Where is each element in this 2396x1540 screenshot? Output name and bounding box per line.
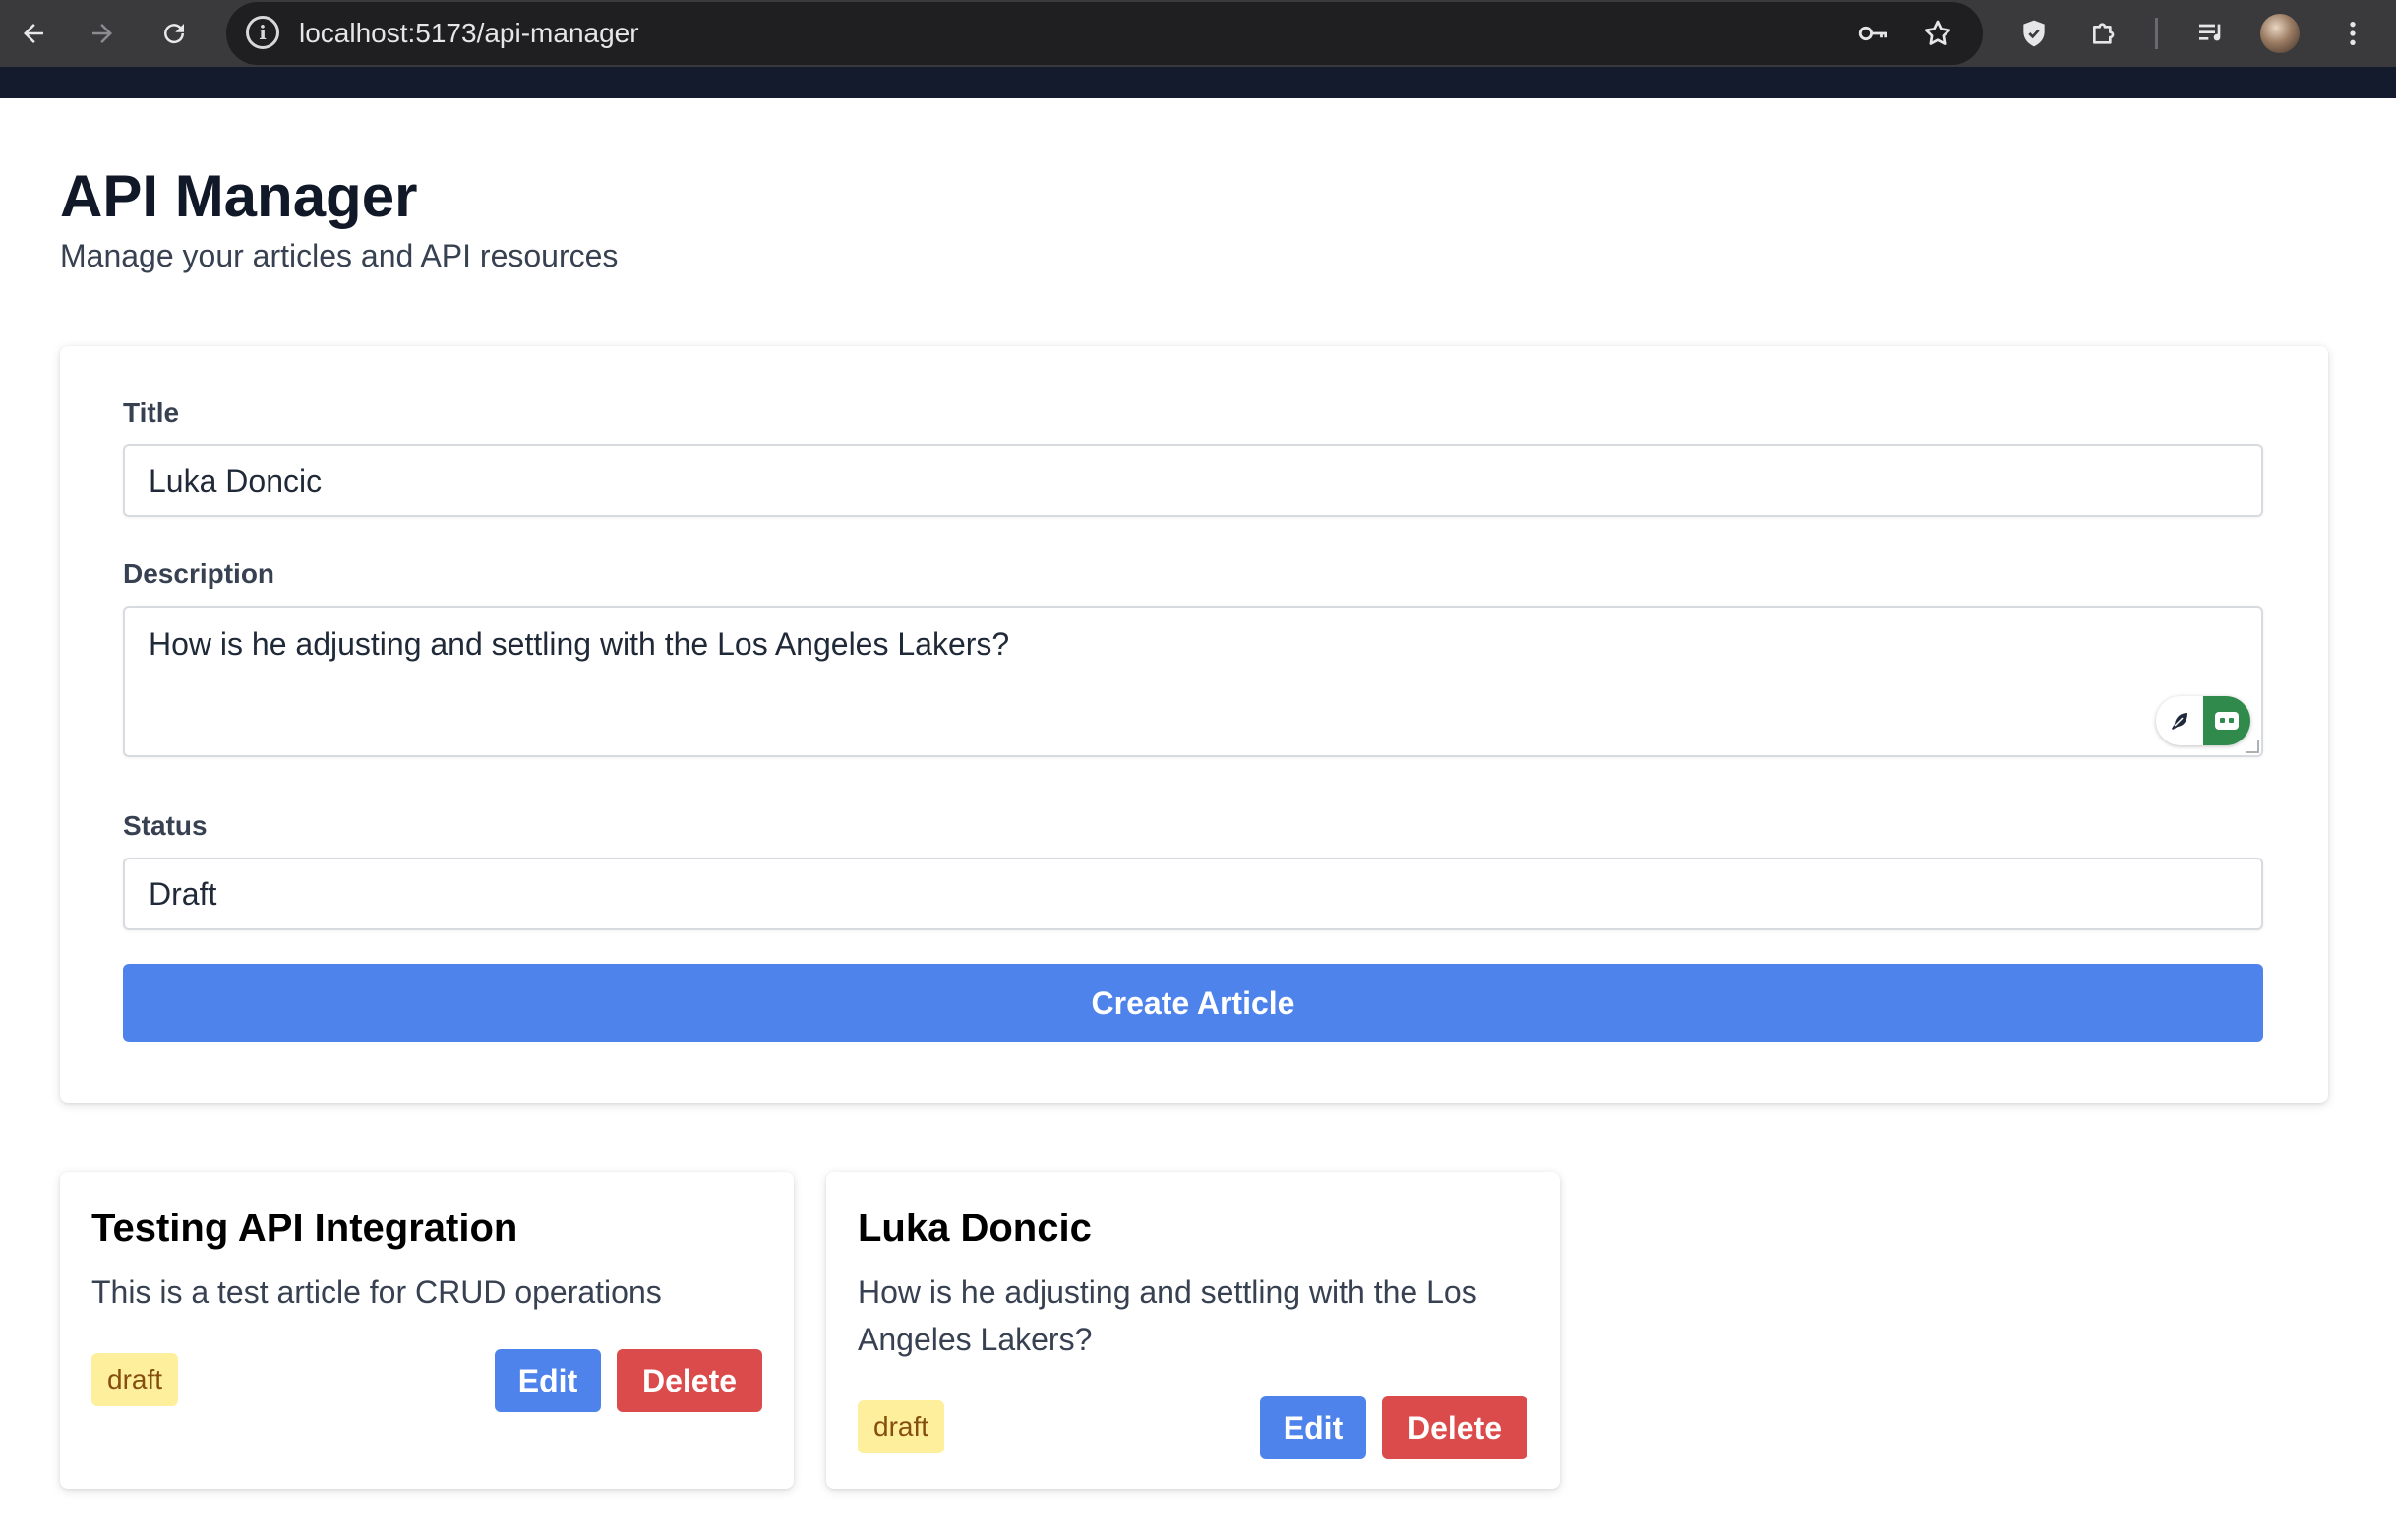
resize-handle-icon[interactable] — [2246, 740, 2259, 753]
feather-icon[interactable] — [2156, 696, 2203, 745]
writing-assistant-widget[interactable] — [2156, 696, 2250, 745]
media-queue-icon[interactable] — [2187, 10, 2235, 57]
article-title: Testing API Integration — [91, 1207, 518, 1250]
reload-icon[interactable] — [150, 10, 198, 57]
address-bar[interactable]: i localhost:5173/api-manager — [226, 2, 1983, 65]
back-arrow-icon[interactable] — [10, 10, 57, 57]
profile-avatar[interactable] — [2260, 14, 2300, 53]
forward-arrow-icon[interactable] — [79, 10, 126, 57]
article-form: Title Description How is he adjusting an… — [60, 346, 2328, 1103]
kebab-menu-icon[interactable] — [2329, 10, 2376, 57]
status-input[interactable] — [123, 858, 2263, 930]
edit-button[interactable]: Edit — [1260, 1396, 1366, 1459]
article-card: Luka Doncic How is he adjusting and sett… — [826, 1172, 1560, 1489]
key-icon[interactable] — [1851, 12, 1894, 55]
edit-button[interactable]: Edit — [495, 1349, 601, 1412]
star-icon[interactable] — [1916, 12, 1959, 55]
article-title: Luka Doncic — [858, 1207, 1092, 1250]
title-label: Title — [123, 397, 180, 428]
puzzle-icon[interactable] — [2081, 10, 2128, 57]
title-input[interactable] — [123, 444, 2263, 517]
article-card: Testing API Integration This is a test a… — [60, 1172, 794, 1489]
robot-icon[interactable] — [2203, 696, 2250, 745]
status-badge: draft — [91, 1353, 179, 1406]
status-badge: draft — [858, 1400, 945, 1453]
description-textarea[interactable]: How is he adjusting and settling with th… — [123, 606, 2263, 757]
browser-toolbar: i localhost:5173/api-manager — [0, 0, 2396, 67]
page-title: API Manager — [60, 163, 418, 229]
page-subtitle: Manage your articles and API resources — [60, 238, 619, 273]
article-description: This is a test article for CRUD operatio… — [91, 1274, 662, 1310]
site-info-icon[interactable]: i — [246, 16, 279, 49]
status-label: Status — [123, 810, 208, 841]
app-header-strip — [0, 67, 2396, 98]
url-text[interactable]: localhost:5173/api-manager — [299, 16, 639, 51]
delete-button[interactable]: Delete — [1382, 1396, 1527, 1459]
toolbar-separator — [2155, 18, 2158, 49]
create-article-button[interactable]: Create Article — [123, 964, 2263, 1042]
article-description: How is he adjusting and settling with th… — [858, 1274, 1477, 1357]
delete-button[interactable]: Delete — [617, 1349, 762, 1412]
description-label: Description — [123, 559, 275, 589]
shield-icon[interactable] — [2010, 10, 2058, 57]
